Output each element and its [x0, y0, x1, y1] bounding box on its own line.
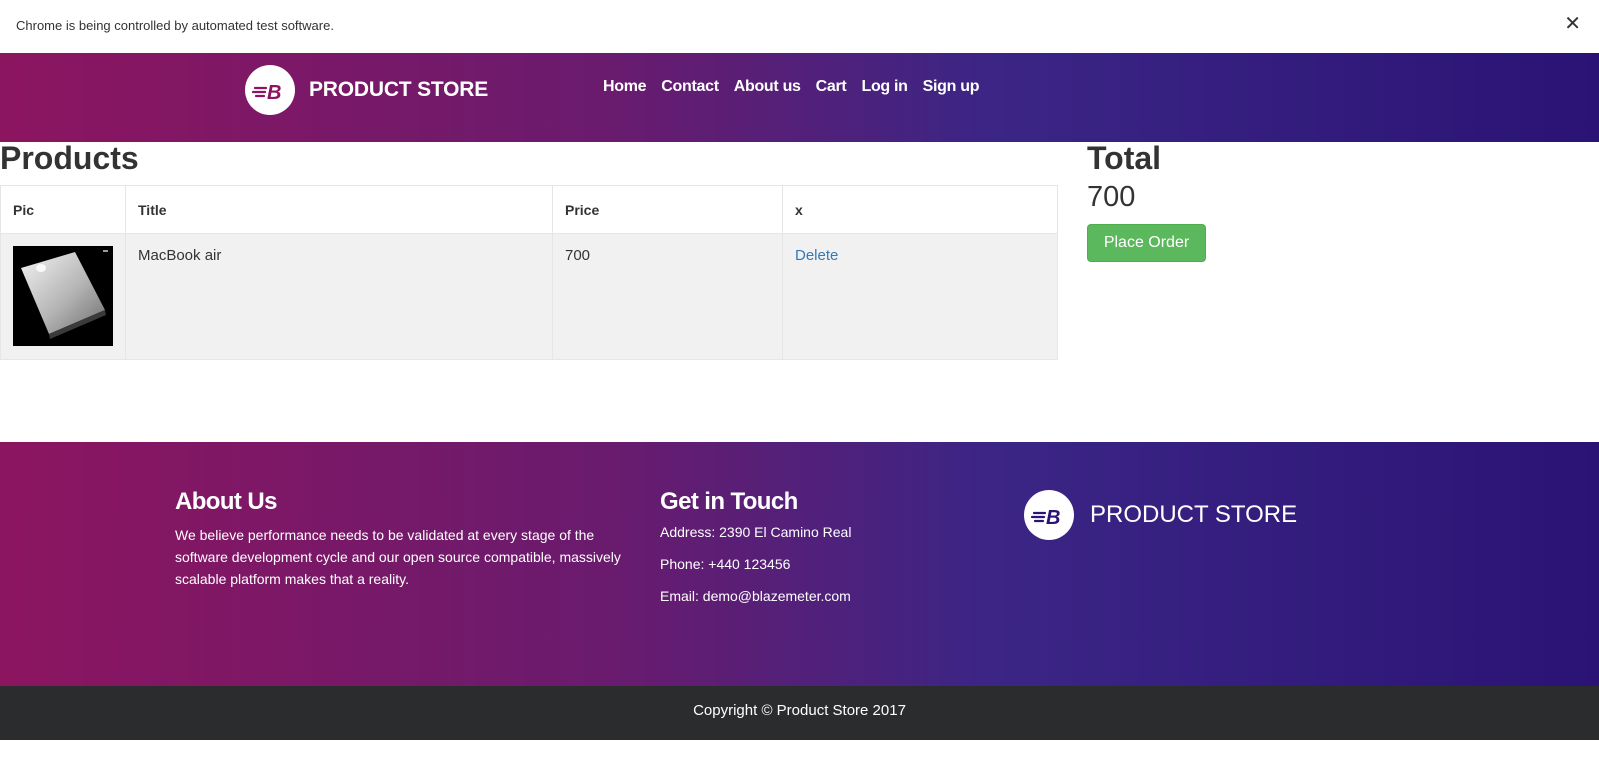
- automation-infobar: Chrome is being controlled by automated …: [0, 0, 1599, 53]
- contact-heading: Get in Touch: [660, 488, 798, 515]
- brand-name: PRODUCT STORE: [309, 78, 489, 101]
- nav-log-in[interactable]: Log in: [861, 78, 907, 96]
- about-heading: About Us: [175, 488, 277, 515]
- nav-cart[interactable]: Cart: [816, 78, 847, 96]
- footer-brand-name: PRODUCT STORE: [1090, 501, 1298, 528]
- close-icon[interactable]: ✕: [1564, 14, 1581, 34]
- svg-text:B: B: [267, 82, 281, 104]
- contact-phone: Phone: +440 123456: [660, 556, 791, 572]
- svg-text:B: B: [1046, 507, 1060, 529]
- footer-about: About Us We believe performance needs to…: [175, 488, 625, 590]
- table-row: MacBook air 700 Delete: [0, 233, 1058, 360]
- laptop-image: [13, 246, 113, 346]
- blazemeter-logo-icon: B: [245, 65, 295, 115]
- total-amount: 700: [1087, 181, 1136, 213]
- contact-email: Email: demo@blazemeter.com: [660, 588, 851, 604]
- table-header-row: Pic Title Price x: [0, 185, 1058, 234]
- nav-about-us[interactable]: About us: [734, 78, 801, 96]
- footer-brand: B PRODUCT STORE: [1024, 490, 1297, 540]
- column-header-price: Price: [552, 185, 783, 234]
- copyright-bar: Copyright © Product Store 2017: [0, 686, 1599, 740]
- column-header-pic: Pic: [0, 185, 126, 234]
- contact-address: Address: 2390 El Camino Real: [660, 524, 852, 540]
- cart-table: Pic Title Price x MacBook air 700 Delete: [0, 185, 1058, 360]
- column-header-title: Title: [125, 185, 553, 234]
- blazemeter-logo-icon: B: [1024, 490, 1074, 540]
- top-navbar: B PRODUCT STORE Home Contact About us Ca…: [0, 53, 1599, 142]
- delete-link[interactable]: Delete: [795, 247, 838, 264]
- product-price-cell: 700: [552, 233, 783, 360]
- brand-link[interactable]: B PRODUCT STORE: [245, 65, 488, 115]
- column-header-action: x: [782, 185, 1058, 234]
- about-text: We believe performance needs to be valid…: [175, 527, 621, 587]
- footer-contact: Get in Touch Address: 2390 El Camino Rea…: [660, 488, 960, 620]
- total-heading: Total: [1087, 140, 1162, 176]
- nav-contact[interactable]: Contact: [661, 78, 719, 96]
- product-action-cell: Delete: [782, 233, 1058, 360]
- infobar-message: Chrome is being controlled by automated …: [16, 18, 334, 33]
- products-heading: Products: [0, 140, 139, 176]
- nav-sign-up[interactable]: Sign up: [923, 78, 980, 96]
- product-title-cell: MacBook air: [125, 233, 553, 360]
- product-pic-cell: [0, 233, 126, 360]
- place-order-button[interactable]: Place Order: [1087, 224, 1206, 262]
- nav-links: Home Contact About us Cart Log in Sign u…: [603, 78, 994, 96]
- footer: About Us We believe performance needs to…: [0, 442, 1599, 686]
- nav-home[interactable]: Home: [603, 78, 647, 96]
